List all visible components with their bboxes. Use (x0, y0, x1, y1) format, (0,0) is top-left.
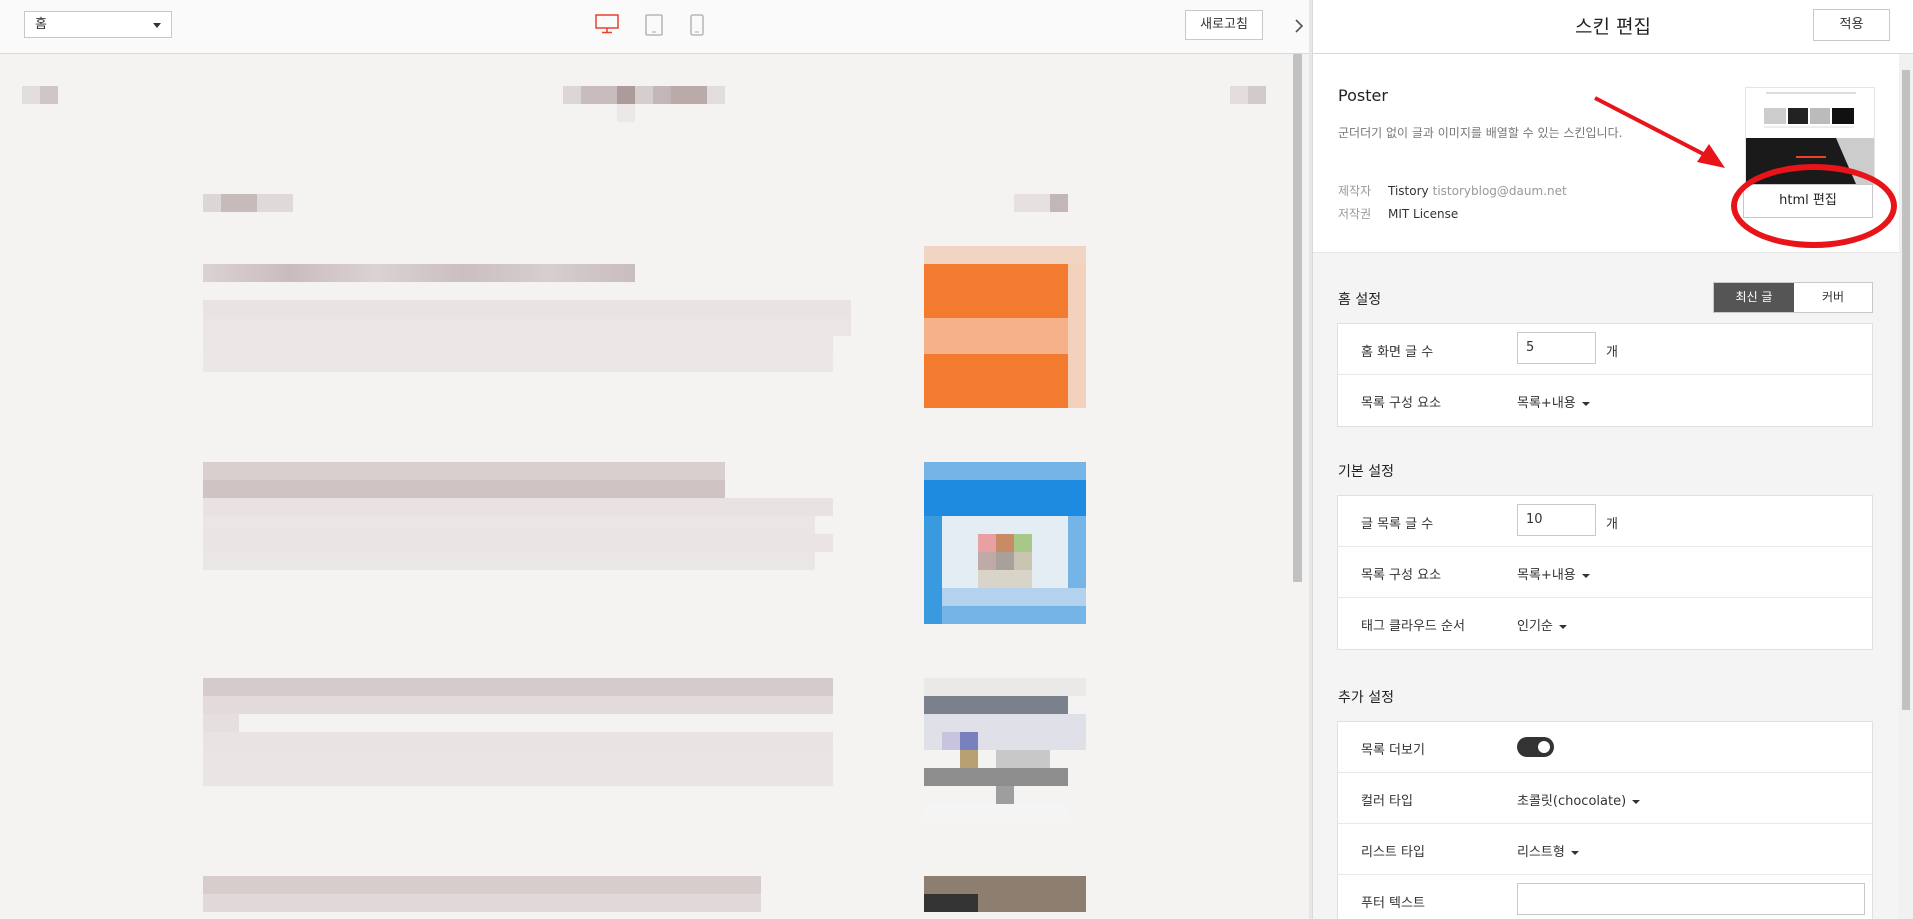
preview-toolbar: 홈 새로고침 (0, 0, 1316, 54)
basic-settings-box: 글 목록 글 수 10 개 목록 구성 요소 목록+내용 태그 클라우드 순서 … (1337, 495, 1873, 650)
license-value: MIT License (1388, 207, 1459, 221)
panel-scrollbar[interactable] (1899, 54, 1913, 919)
home-mode-segment: 최신 글 커버 (1713, 282, 1873, 313)
settings-body: 홈 설정 최신 글 커버 홈 화면 글 수 5 개 목록 구성 요소 목록+내용… (1313, 253, 1899, 919)
blog-preview-mosaic (0, 54, 1290, 919)
list-post-count-input[interactable]: 10 (1517, 504, 1596, 536)
caret-down-icon (1632, 799, 1641, 804)
color-type-dropdown[interactable]: 초콜릿(chocolate) (1517, 790, 1641, 809)
preview-area: 홈 새로고침 (0, 0, 1316, 919)
setting-row: 홈 화면 글 수 5 개 (1338, 324, 1872, 375)
setting-row: 푸터 텍스트 (1338, 875, 1872, 919)
dropdown-value: 리스트형 (1517, 845, 1565, 860)
preview-scrollbar[interactable] (1293, 54, 1302, 582)
list-type-dropdown[interactable]: 리스트형 (1517, 841, 1579, 860)
setting-row: 태그 클라우드 순서 인기순 (1338, 598, 1872, 649)
list-elements-dropdown[interactable]: 목록+내용 (1517, 564, 1590, 583)
dropdown-value: 목록+내용 (1517, 396, 1576, 411)
tablet-icon[interactable] (645, 14, 663, 40)
footer-text-label: 푸터 텍스트 (1361, 896, 1425, 911)
skin-edit-panel: 스킨 편집 적용 Poster 군더더기 없이 글과 이미지를 배열할 수 있는… (1312, 0, 1913, 919)
page-select[interactable]: 홈 (24, 11, 172, 38)
home-post-count-input[interactable]: 5 (1517, 332, 1596, 364)
author-label: 제작자 (1338, 184, 1372, 198)
extra-settings-box: 목록 더보기 컬러 타입 초콜릿(chocolate) 리스트 타입 리스트형 … (1337, 721, 1873, 919)
dropdown-value: 인기순 (1517, 619, 1553, 634)
desktop-icon[interactable] (595, 14, 619, 38)
home-list-elements-dropdown[interactable]: 목록+내용 (1517, 392, 1590, 411)
basic-settings-title: 기본 설정 (1338, 464, 1394, 480)
segment-latest[interactable]: 최신 글 (1714, 283, 1794, 312)
refresh-button[interactable]: 새로고침 (1185, 10, 1263, 40)
html-edit-button[interactable]: html 편집 (1743, 184, 1873, 218)
skin-description: 군더더기 없이 글과 이미지를 배열할 수 있는 스킨입니다. (1338, 126, 1623, 140)
skin-thumbnail (1745, 87, 1875, 185)
color-type-label: 컬러 타입 (1361, 794, 1413, 809)
author-name: Tistory (1388, 184, 1429, 198)
chevron-down-icon (153, 23, 161, 28)
tag-cloud-order-label: 태그 클라우드 순서 (1361, 619, 1465, 634)
chevron-right-icon[interactable] (1292, 16, 1306, 36)
license-row: 저작권 MIT License (1338, 205, 1458, 222)
segment-cover[interactable]: 커버 (1794, 283, 1872, 312)
list-more-label: 목록 더보기 (1361, 743, 1425, 758)
extra-settings-title: 추가 설정 (1338, 690, 1394, 706)
dropdown-value: 초콜릿(chocolate) (1517, 794, 1627, 809)
unit-label: 개 (1606, 345, 1618, 360)
caret-down-icon (1570, 850, 1579, 855)
license-label: 저작권 (1338, 207, 1372, 221)
author-email: tistoryblog@daum.net (1432, 184, 1567, 198)
setting-row: 목록 더보기 (1338, 722, 1872, 773)
author-row: 제작자 Tistory tistoryblog@daum.net (1338, 182, 1567, 199)
setting-row: 컬러 타입 초콜릿(chocolate) (1338, 773, 1872, 824)
list-elements-label: 목록 구성 요소 (1361, 568, 1442, 583)
unit-label: 개 (1606, 517, 1618, 532)
setting-row: 리스트 타입 리스트형 (1338, 824, 1872, 875)
dropdown-value: 목록+내용 (1517, 568, 1576, 583)
list-more-toggle[interactable] (1517, 737, 1554, 757)
setting-row: 목록 구성 요소 목록+내용 (1338, 547, 1872, 598)
home-settings-box: 홈 화면 글 수 5 개 목록 구성 요소 목록+내용 (1337, 323, 1873, 427)
tag-cloud-order-dropdown[interactable]: 인기순 (1517, 615, 1567, 634)
caret-down-icon (1581, 401, 1590, 406)
scrollbar-thumb[interactable] (1902, 70, 1910, 710)
apply-button[interactable]: 적용 (1813, 9, 1890, 41)
mobile-icon[interactable] (690, 14, 704, 40)
home-post-count-label: 홈 화면 글 수 (1361, 345, 1434, 360)
footer-text-input[interactable] (1517, 883, 1865, 915)
caret-down-icon (1558, 624, 1567, 629)
home-list-elements-label: 목록 구성 요소 (1361, 396, 1442, 411)
skin-name: Poster (1338, 86, 1388, 105)
skin-info: Poster 군더더기 없이 글과 이미지를 배열할 수 있는 스킨입니다. 제… (1313, 54, 1899, 253)
setting-row: 글 목록 글 수 10 개 (1338, 496, 1872, 547)
list-type-label: 리스트 타입 (1361, 845, 1425, 860)
panel-header: 스킨 편집 적용 (1313, 0, 1913, 54)
setting-row: 목록 구성 요소 목록+내용 (1338, 375, 1872, 426)
caret-down-icon (1581, 573, 1590, 578)
home-settings-title: 홈 설정 (1338, 292, 1382, 308)
list-post-count-label: 글 목록 글 수 (1361, 517, 1434, 532)
page-select-value: 홈 (35, 17, 47, 32)
toggle-knob (1538, 741, 1550, 753)
